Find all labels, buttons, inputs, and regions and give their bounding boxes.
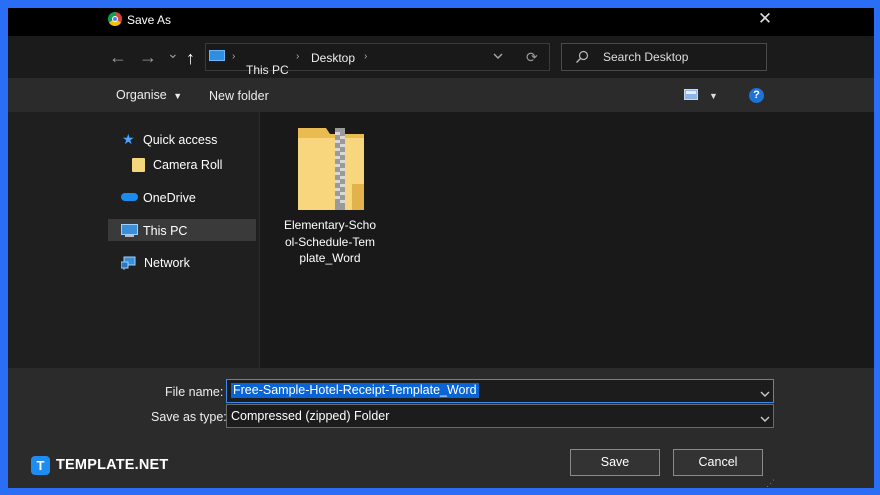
file-name-line-2: ol-Schedule-Tem xyxy=(284,235,376,249)
network-icon xyxy=(120,256,137,270)
computer-icon xyxy=(121,224,138,235)
sidebar-item-label: This PC xyxy=(143,224,188,238)
close-icon[interactable]: ✕ xyxy=(756,10,774,28)
sidebar-item-label: Network xyxy=(144,256,190,270)
breadcrumb-separator-icon: › xyxy=(296,51,300,62)
sidebar-item-onedrive[interactable]: OneDrive xyxy=(121,190,251,208)
new-folder-button[interactable]: New folder xyxy=(209,89,269,103)
computer-stand-icon xyxy=(125,235,134,237)
chevron-down-icon: ▼ xyxy=(173,91,183,101)
star-icon: ★ xyxy=(122,131,135,147)
save-type-chevron-icon[interactable] xyxy=(759,411,771,422)
file-name-line-1: Elementary-Scho xyxy=(283,218,377,232)
sidebar-item-label: Quick access xyxy=(143,133,218,147)
forward-arrow-icon[interactable]: → xyxy=(139,47,157,67)
view-chevron-down-icon[interactable]: ▼ xyxy=(709,91,718,101)
breadcrumb-this-pc[interactable]: This PC xyxy=(246,63,289,77)
organise-button[interactable]: Organise ▼ xyxy=(116,88,182,102)
brand-name: TEMPLATE.NET xyxy=(56,457,169,473)
zip-folder-icon xyxy=(296,124,366,212)
up-arrow-icon[interactable]: ↑ xyxy=(186,48,195,68)
cancel-button[interactable]: Cancel xyxy=(673,449,763,476)
recent-locations-chevron-icon[interactable]: ⌄ xyxy=(167,43,179,63)
logo-letter: T xyxy=(36,458,45,473)
breadcrumb-separator-icon: › xyxy=(232,51,236,62)
breadcrumb-desktop[interactable]: Desktop xyxy=(311,51,355,65)
file-name-line-3: plate_Word xyxy=(299,251,361,265)
window-title: Save As xyxy=(127,13,172,27)
refresh-icon[interactable]: ⟳ xyxy=(526,49,538,66)
sidebar-item-network[interactable]: Network xyxy=(120,255,251,273)
chrome-icon xyxy=(108,12,122,26)
file-item[interactable]: Elementary-Scho ol-Schedule-Tem plate_Wo… xyxy=(276,120,384,270)
file-name-input[interactable]: Free-Sample-Hotel-Receipt-Template_Word xyxy=(231,383,479,398)
cloud-icon xyxy=(121,193,138,201)
address-dropdown-chevron-icon[interactable] xyxy=(492,49,504,61)
sidebar-item-this-pc[interactable]: This PC xyxy=(121,223,251,241)
view-options-icon[interactable] xyxy=(684,89,698,100)
sidebar-item-quick-access[interactable]: ★ Quick access xyxy=(122,131,252,149)
organise-label: Organise xyxy=(116,88,167,102)
help-icon[interactable]: ? xyxy=(749,88,764,103)
resize-grip-icon[interactable]: ⋰ xyxy=(766,478,775,489)
breadcrumb-separator-icon: › xyxy=(364,51,368,62)
folder-icon xyxy=(132,158,145,172)
sidebar-item-label: Camera Roll xyxy=(153,158,223,172)
save-as-type-value: Compressed (zipped) Folder xyxy=(231,409,390,423)
file-name-chevron-icon[interactable] xyxy=(759,386,771,397)
save-as-type-label: Save as type: xyxy=(151,410,227,424)
template-net-logo: T xyxy=(31,456,50,475)
back-arrow-icon[interactable]: ← xyxy=(109,47,127,67)
save-button[interactable]: Save xyxy=(570,449,660,476)
file-name-label: File name: xyxy=(165,385,224,399)
this-pc-icon xyxy=(209,50,225,61)
sidebar-item-camera-roll[interactable]: Camera Roll xyxy=(132,157,252,175)
search-icon xyxy=(575,50,589,64)
search-input[interactable]: Search Desktop xyxy=(603,50,688,64)
sidebar-item-label: OneDrive xyxy=(143,191,196,205)
